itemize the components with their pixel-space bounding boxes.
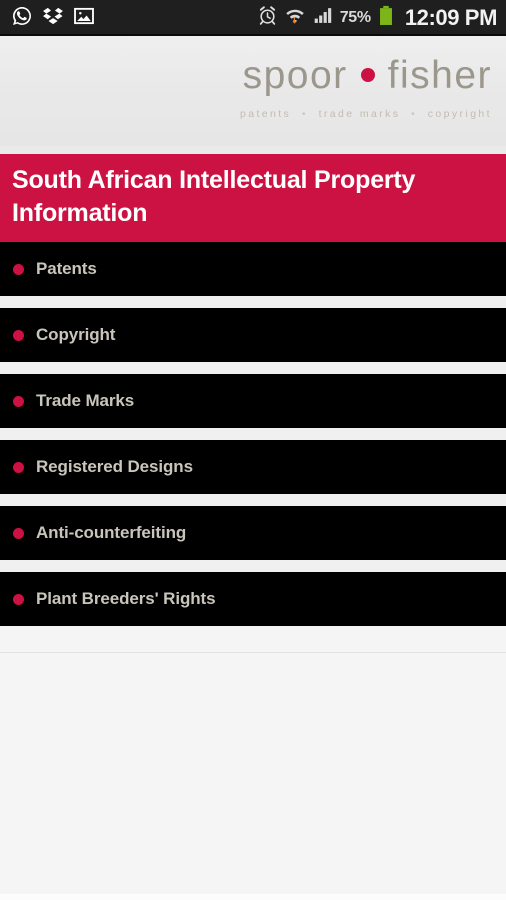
list-item-trade-marks[interactable]: Trade Marks <box>0 374 506 428</box>
brand-logo: spoor fisher patents • trade marks • copy… <box>240 56 492 120</box>
tagline-separator-two: • <box>400 108 428 120</box>
brand-logo-word-two: fisher <box>387 54 492 97</box>
list-item-label: Registered Designs <box>36 457 193 476</box>
page-title: South African Intellectual Property Info… <box>12 166 416 227</box>
status-bar: 75% 12:09 PM <box>0 0 506 36</box>
content-area <box>0 626 506 894</box>
whatsapp-icon <box>11 5 33 32</box>
bullet-icon <box>13 593 24 605</box>
bullet-icon <box>13 527 24 539</box>
brand-logo-tagline: patents • trade marks • copyright <box>240 108 492 120</box>
banner-top-gap <box>0 146 506 154</box>
bullet-icon <box>13 395 24 407</box>
list-item-plant-breeders-rights[interactable]: Plant Breeders' Rights <box>0 572 506 626</box>
list-item-registered-designs[interactable]: Registered Designs <box>0 440 506 494</box>
brand-logo-dot-icon <box>360 67 375 82</box>
app-body: spoor fisher patents • trade marks • copy… <box>0 36 506 900</box>
bullet-icon <box>13 461 24 473</box>
alarm-clock-icon <box>257 5 278 31</box>
app-root: 75% 12:09 PM spoor fisher patents • trade… <box>0 0 506 900</box>
list-separator <box>0 428 506 440</box>
content-divider <box>0 652 506 653</box>
category-list: Patents Copyright Trade Marks Registered… <box>0 242 506 626</box>
list-item-copyright[interactable]: Copyright <box>0 308 506 362</box>
list-item-label: Copyright <box>36 325 116 344</box>
dropbox-icon <box>42 5 64 32</box>
tagline-part-copyright: copyright <box>427 108 492 120</box>
brand-logo-wordmark: spoor fisher <box>240 56 492 95</box>
battery-icon <box>378 5 394 32</box>
list-item-anti-counterfeiting[interactable]: Anti-counterfeiting <box>0 506 506 560</box>
tagline-part-trade-marks: trade marks <box>318 108 401 120</box>
signal-bars-icon <box>312 5 334 31</box>
bullet-icon <box>13 329 24 341</box>
list-item-label: Patents <box>36 259 97 278</box>
list-item-label: Anti-counterfeiting <box>36 523 187 542</box>
list-separator <box>0 362 506 374</box>
wifi-icon <box>284 5 306 31</box>
gallery-icon <box>73 5 95 32</box>
brand-logo-word-one: spoor <box>242 54 348 97</box>
status-bar-clock: 12:09 PM <box>404 5 498 30</box>
battery-percent-label: 75% <box>339 9 371 26</box>
logo-header: spoor fisher patents • trade marks • copy… <box>0 36 506 146</box>
list-item-label: Trade Marks <box>36 391 135 410</box>
page-background-fill <box>0 894 506 900</box>
status-bar-system-icons: 75% 12:09 PM <box>257 5 497 32</box>
list-separator <box>0 494 506 506</box>
list-item-patents[interactable]: Patents <box>0 242 506 296</box>
status-bar-notification-icons <box>11 5 95 32</box>
list-separator <box>0 560 506 572</box>
list-separator <box>0 296 506 308</box>
tagline-part-patents: patents <box>239 108 292 120</box>
list-item-label: Plant Breeders' Rights <box>36 589 216 608</box>
page-title-banner: South African Intellectual Property Info… <box>0 154 506 242</box>
bullet-icon <box>13 263 24 275</box>
tagline-separator-one: • <box>291 108 319 120</box>
